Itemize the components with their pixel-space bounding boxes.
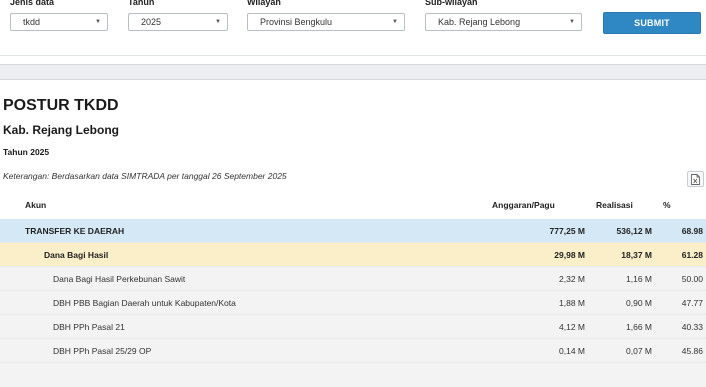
page-title: POSTUR TKDD bbox=[3, 97, 119, 114]
filter-bar: Jenis data tkdd ▼ Tahun 2025 ▼ Wilayah P… bbox=[0, 0, 706, 55]
section-band bbox=[0, 64, 706, 80]
tahun-select[interactable]: 2025 ▼ bbox=[128, 13, 228, 31]
row-persen: 45.86 bbox=[681, 346, 703, 356]
row-anggaran: 29,98 M bbox=[554, 250, 585, 260]
chevron-down-icon: ▼ bbox=[392, 19, 398, 25]
table-row[interactable]: DBH PPh Pasal 25/29 OP 0,14 M 0,07 M 45.… bbox=[0, 339, 706, 363]
row-realisasi: 0,90 M bbox=[626, 298, 652, 308]
region-subtitle: Kab. Rejang Lebong bbox=[3, 123, 120, 137]
sub-wilayah-select[interactable]: Kab. Rejang Lebong ▼ bbox=[425, 13, 582, 31]
row-persen: 50.00 bbox=[681, 274, 703, 284]
year-label: Tahun 2025 bbox=[3, 147, 50, 157]
row-akun: Dana Bagi Hasil Perkebunan Sawit bbox=[53, 274, 186, 284]
jenis-data-label: Jenis data bbox=[10, 0, 55, 7]
row-akun: DBH PPh Pasal 25/29 OP bbox=[53, 346, 152, 356]
row-persen: 40.33 bbox=[681, 322, 703, 332]
tahun-label: Tahun bbox=[128, 0, 155, 7]
row-persen: 47.77 bbox=[681, 298, 703, 308]
row-realisasi: 0,07 M bbox=[626, 346, 652, 356]
excel-export-icon bbox=[691, 174, 700, 185]
chevron-down-icon: ▼ bbox=[569, 19, 575, 25]
wilayah-label: Wilayah bbox=[247, 0, 281, 7]
row-anggaran: 2,32 M bbox=[559, 274, 585, 284]
row-realisasi: 1,66 M bbox=[626, 322, 652, 332]
jenis-data-select[interactable]: tkdd ▼ bbox=[10, 13, 108, 31]
sub-wilayah-label: Sub-wilayah bbox=[425, 0, 478, 7]
table-row-partial bbox=[0, 363, 706, 387]
jenis-data-value: tkdd bbox=[23, 17, 41, 27]
row-realisasi: 536,12 M bbox=[616, 226, 652, 236]
row-anggaran: 777,25 M bbox=[549, 226, 585, 236]
column-header-anggaran: Anggaran/Pagu bbox=[492, 200, 555, 210]
tahun-value: 2025 bbox=[141, 17, 162, 27]
row-persen: 68.98 bbox=[681, 226, 703, 236]
table-header: Akun Anggaran/Pagu Realisasi % bbox=[0, 195, 706, 216]
row-anggaran: 1,88 M bbox=[559, 298, 585, 308]
chevron-down-icon: ▼ bbox=[95, 19, 101, 25]
row-akun: DBH PPh Pasal 21 bbox=[53, 322, 125, 332]
wilayah-select[interactable]: Provinsi Bengkulu ▼ bbox=[247, 13, 405, 31]
table-row[interactable]: DBH PBB Bagian Daerah untuk Kabupaten/Ko… bbox=[0, 291, 706, 315]
table-row[interactable]: DBH PPh Pasal 21 4,12 M 1,66 M 40.33 bbox=[0, 315, 706, 339]
wilayah-value: Provinsi Bengkulu bbox=[260, 17, 333, 27]
row-realisasi: 18,37 M bbox=[621, 250, 652, 260]
row-akun: Dana Bagi Hasil bbox=[44, 250, 109, 260]
row-akun: DBH PBB Bagian Daerah untuk Kabupaten/Ko… bbox=[53, 298, 236, 308]
export-button[interactable] bbox=[687, 171, 704, 187]
row-realisasi: 1,16 M bbox=[626, 274, 652, 284]
chevron-down-icon: ▼ bbox=[215, 19, 221, 25]
table-row[interactable]: Dana Bagi Hasil 29,98 M 18,37 M 61.28 bbox=[0, 243, 706, 267]
divider bbox=[0, 55, 706, 56]
table-row[interactable]: Dana Bagi Hasil Perkebunan Sawit 2,32 M … bbox=[0, 267, 706, 291]
data-note: Keterangan: Berdasarkan data SIMTRADA pe… bbox=[3, 171, 287, 181]
column-header-persen: % bbox=[663, 200, 671, 210]
row-anggaran: 0,14 M bbox=[559, 346, 585, 356]
row-persen: 61.28 bbox=[681, 250, 703, 260]
row-anggaran: 4,12 M bbox=[559, 322, 585, 332]
row-akun: TRANSFER KE DAERAH bbox=[25, 226, 125, 236]
column-header-realisasi: Realisasi bbox=[596, 200, 633, 210]
column-header-akun: Akun bbox=[25, 200, 47, 210]
table-row[interactable]: TRANSFER KE DAERAH 777,25 M 536,12 M 68.… bbox=[0, 219, 706, 243]
sub-wilayah-value: Kab. Rejang Lebong bbox=[438, 17, 521, 27]
submit-button[interactable]: SUBMIT bbox=[603, 12, 701, 34]
